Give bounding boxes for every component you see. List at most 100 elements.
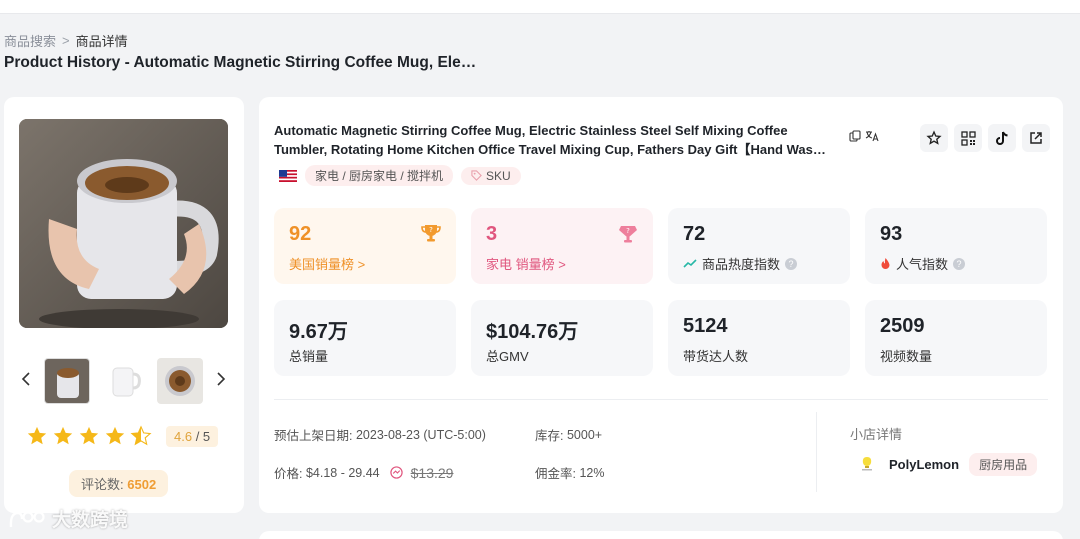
svg-text:?: ? <box>626 227 630 235</box>
star-icon <box>53 426 73 445</box>
stock: 库存: 5000+ <box>535 425 602 444</box>
price-label: 价格: <box>274 467 303 481</box>
breadcrumb: 商品搜索 > 商品详情 <box>4 31 128 50</box>
product-gallery-card: 4.6 / 5 评论数: 6502 <box>4 97 244 513</box>
product-tags: 家电 / 厨房家电 / 搅拌机 SKU <box>279 165 521 186</box>
column-divider <box>816 412 817 492</box>
diamond-trophy-icon: ? <box>619 226 637 243</box>
favorite-button[interactable] <box>920 124 948 152</box>
watermark-text: 大数跨境 <box>52 510 129 531</box>
listed-date-value: 2023-08-23 (UTC-5:00) <box>355 427 486 442</box>
metric-label: 带货达人数 <box>683 349 749 364</box>
product-title-line-2: Tumbler, Rotating Home Kitchen Office Tr… <box>274 142 826 157</box>
listed-date-label: 预估上架日期: <box>274 429 353 443</box>
breadcrumb-current: 商品详情 <box>75 34 128 49</box>
metric-value: $104.76万 <box>486 321 579 343</box>
top-nav-bar <box>0 0 1080 14</box>
trophy-icon: ? <box>421 225 441 242</box>
metric-total-gmv: $104.76万 总GMV <box>471 300 653 376</box>
star-outline-icon <box>926 130 942 145</box>
rating-value: 4.6 <box>174 428 193 444</box>
metric-label: 美国销量榜 > <box>289 257 366 272</box>
star-icon <box>105 426 125 445</box>
metric-label: 人气指数 <box>896 257 949 272</box>
rating-stars: 4.6 / 5 <box>26 425 219 447</box>
watermark-logo-icon <box>9 510 45 527</box>
section-divider <box>274 399 1048 400</box>
page-title: Product History - Automatic Magnetic Sti… <box>4 54 477 71</box>
mug-image <box>19 119 228 328</box>
metric-value: 93 <box>880 223 903 245</box>
next-section-card <box>259 531 1063 539</box>
tag-icon <box>471 170 482 181</box>
help-icon[interactable]: ? <box>953 257 966 270</box>
rating-badge: 4.6 / 5 <box>166 425 219 447</box>
metric-value: 2509 <box>880 315 925 337</box>
sku-tag[interactable]: SKU <box>461 166 521 185</box>
thumbnail-1[interactable] <box>43 358 90 404</box>
metric-label-row: 人气指数 ? <box>880 254 966 273</box>
metric-us-sales-rank[interactable]: 92 美国销量榜 > ? <box>274 208 456 284</box>
thumbnail-3[interactable] <box>157 358 204 404</box>
reviews-label: 评论数: <box>81 477 124 492</box>
metric-category-sales-rank[interactable]: 3 家电 销量榜 > ? <box>471 208 653 284</box>
qr-code-icon <box>960 130 976 146</box>
trend-icon <box>683 258 697 268</box>
metric-label: 商品热度指数 <box>702 257 781 272</box>
category-tag[interactable]: 家电 / 厨房家电 / 搅拌机 <box>305 165 454 186</box>
help-icon[interactable]: ? <box>785 257 798 270</box>
product-title-line-1: Automatic Magnetic Stirring Coffee Mug, … <box>274 123 788 138</box>
stock-label: 库存: <box>535 429 564 443</box>
copy-icon[interactable] <box>849 130 861 145</box>
metric-value: 3 <box>486 223 498 245</box>
rating-total: / 5 <box>195 428 211 444</box>
listed-date: 预估上架日期: 2023-08-23 (UTC-5:00) <box>274 425 486 444</box>
price: 价格: $4.18 - 29.44 $13.29 <box>274 463 453 482</box>
svg-text:?: ? <box>429 226 433 234</box>
thumbnail-2[interactable] <box>100 358 147 404</box>
chevron-right-icon[interactable] <box>214 371 228 391</box>
metric-value: 72 <box>683 223 706 245</box>
metric-product-heat-index: 72 商品热度指数 ? <box>668 208 850 284</box>
commission: 佣金率: 12% <box>535 463 605 482</box>
product-title: Automatic Magnetic Stirring Coffee Mug, … <box>274 121 844 159</box>
qr-code-button[interactable] <box>954 124 982 152</box>
title-tools <box>849 130 879 145</box>
shop-name[interactable]: PolyLemon <box>889 457 959 472</box>
open-external-button[interactable] <box>1022 124 1050 152</box>
shop-logo-icon <box>855 452 879 476</box>
half-star-icon <box>130 425 152 446</box>
metric-popularity-index: 93 人气指数 ? <box>865 208 1047 284</box>
tiktok-button[interactable] <box>988 124 1016 152</box>
price-trend-icon[interactable] <box>389 466 403 479</box>
tiktok-icon <box>996 131 1008 145</box>
product-actions <box>920 124 1050 152</box>
chevron-left-icon[interactable] <box>19 371 33 391</box>
price-value: $4.18 - 29.44 <box>305 465 380 480</box>
metric-total-sales: 9.67万 总销量 <box>274 300 456 376</box>
metric-value: 5124 <box>683 315 728 337</box>
star-icon <box>79 426 99 445</box>
breadcrumb-parent-link[interactable]: 商品搜索 <box>4 31 56 50</box>
metric-label: 总GMV <box>486 349 529 364</box>
shop-category-tag: 厨房用品 <box>969 452 1038 476</box>
review-count-badge: 评论数: 6502 <box>69 470 169 497</box>
reviews-value: 6502 <box>127 477 157 492</box>
watermark: 大数跨境 <box>8 505 128 532</box>
shop-row[interactable]: PolyLemon 厨房用品 <box>855 452 1038 476</box>
commission-label: 佣金率: <box>535 467 576 481</box>
breadcrumb-separator: > <box>62 33 70 48</box>
shop-section-title: 小店详情 <box>850 427 903 442</box>
metric-label-row: 商品热度指数 ? <box>683 254 798 273</box>
original-price: $13.29 <box>410 464 454 481</box>
thumbnail-strip <box>19 357 228 405</box>
metric-label: 总销量 <box>289 349 329 364</box>
commission-value: 12% <box>579 465 605 480</box>
product-main-image[interactable] <box>19 119 228 328</box>
translate-icon[interactable] <box>865 130 879 145</box>
metric-label: 视频数量 <box>880 349 933 364</box>
product-info-card: Automatic Magnetic Stirring Coffee Mug, … <box>259 97 1063 513</box>
external-link-icon <box>1030 132 1042 144</box>
metric-influencer-count: 5124 带货达人数 <box>668 300 850 376</box>
stock-value: 5000+ <box>566 427 603 442</box>
